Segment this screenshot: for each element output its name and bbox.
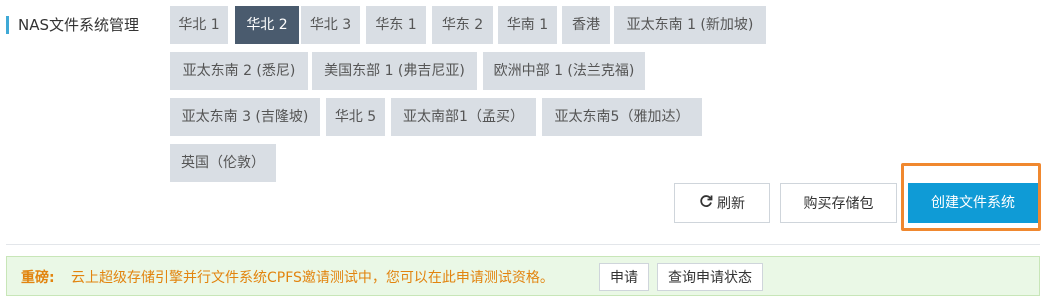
title-accent-bar bbox=[6, 16, 9, 34]
region-tab[interactable]: 华北 1 bbox=[170, 6, 228, 44]
region-tab[interactable]: 华东 1 bbox=[366, 6, 426, 44]
divider bbox=[6, 244, 1040, 245]
refresh-label: 刷新 bbox=[717, 196, 745, 212]
notice-text: 云上超级存储引擎并行文件系统CPFS邀请测试中，您可以在此申请测试资格。 bbox=[71, 270, 554, 286]
region-tab[interactable]: 亚太东南 2 (悉尼) bbox=[170, 52, 308, 90]
refresh-button[interactable]: 刷新 bbox=[674, 183, 770, 223]
region-tab[interactable]: 华南 1 bbox=[498, 6, 557, 44]
region-tab[interactable]: 欧洲中部 1 (法兰克福) bbox=[483, 52, 645, 90]
region-tab[interactable]: 华北 3 bbox=[301, 6, 360, 44]
region-tab[interactable]: 香港 bbox=[562, 6, 610, 44]
region-tab[interactable]: 亚太东南 1 (新加坡) bbox=[614, 6, 766, 44]
region-tab[interactable]: 亚太东南 3 (吉隆坡) bbox=[170, 98, 320, 136]
region-tab-active[interactable]: 华北 2 bbox=[235, 6, 299, 44]
region-tab[interactable]: 美国东部 1 (弗吉尼亚) bbox=[312, 52, 477, 90]
notice-label: 重磅: bbox=[21, 270, 55, 286]
apply-button[interactable]: 申请 bbox=[599, 263, 649, 291]
region-tab[interactable]: 华东 2 bbox=[432, 6, 493, 44]
region-tab[interactable]: 华北 5 bbox=[326, 98, 385, 136]
page-title: NAS文件系统管理 bbox=[18, 16, 140, 34]
highlight-box bbox=[901, 163, 1041, 231]
query-status-button[interactable]: 查询申请状态 bbox=[657, 263, 763, 291]
notice-banner: 重磅: 云上超级存储引擎并行文件系统CPFS邀请测试中，您可以在此申请测试资格。… bbox=[6, 256, 1040, 296]
region-tab[interactable]: 英国（伦敦） bbox=[170, 144, 276, 182]
buy-storage-button[interactable]: 购买存储包 bbox=[780, 183, 897, 223]
refresh-icon bbox=[699, 184, 713, 224]
region-tab[interactable]: 亚太东南5（雅加达） bbox=[542, 98, 702, 136]
region-tab[interactable]: 亚太南部1（孟买） bbox=[391, 98, 536, 136]
